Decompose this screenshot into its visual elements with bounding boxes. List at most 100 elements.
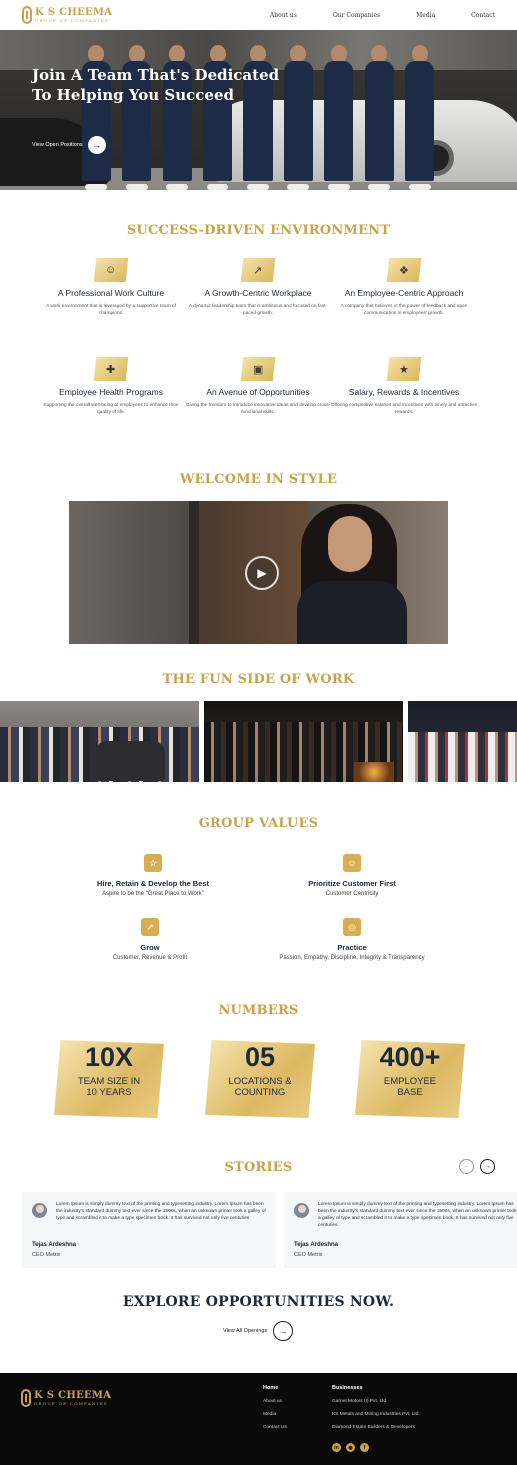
feature-title: An Avenue of Opportunities [206,387,310,397]
number-label-line2: BASE [397,1087,423,1098]
number-label-line1: EMPLOYEE [383,1076,437,1087]
number-card: 05 LOCATIONS & COUNTING [205,1040,315,1118]
feature-desc: Giving the freedom to introduce innovati… [185,403,331,415]
smile-icon: ☺ [343,854,361,872]
feature-card: ☺ A Professional Work Culture A work env… [36,258,186,317]
number-card: 10X TEAM SIZE IN 10 YEARS [54,1040,164,1118]
footer-link-business[interactable]: KS Metals and Mining Industries Pvt. Ltd… [332,1412,420,1417]
fun-photo [204,701,403,782]
play-icon[interactable]: ▶ [245,556,279,590]
feature-card: ❖ An Employee-Centric Approach A company… [329,258,479,317]
fun-title: THE FUN SIDE OF WORK [162,672,355,687]
footer-link-media[interactable]: Media [263,1412,276,1417]
instagram-icon[interactable]: ◉ [346,1443,355,1452]
facebook-icon[interactable]: f [360,1443,369,1452]
footer: K S CHEEMA GROUP OF COMPANIES Home About… [0,1373,517,1465]
value-title: Grow [140,943,160,952]
view-all-openings-button[interactable]: View All Openings → [223,1321,294,1341]
value-title: Prioritize Customer First [308,879,396,888]
footer-logo-subtitle: GROUP OF COMPANIES [34,1400,108,1406]
avatar [294,1203,309,1218]
values-title: GROUP VALUES [198,816,319,831]
nav-item-about[interactable]: About us [270,12,297,19]
story-role: CEO Metrix [32,1252,61,1258]
top-nav: K S CHEEMA GROUP OF COMPANIES About us O… [0,0,517,30]
feature-title: A Professional Work Culture [57,288,165,298]
story-card: Lorem Ipsum is simply dummy text of the … [22,1192,276,1268]
footer-link-about[interactable]: About us [263,1399,282,1404]
environment-title: SUCCESS-DRIVEN ENVIRONMENT [126,223,391,238]
numbers-title: NUMBERS [218,1003,299,1018]
arrow-right-icon: → [273,1321,294,1341]
stories-next-button[interactable]: → [480,1159,495,1174]
briefcase-icon: ▣ [240,357,276,381]
feature-desc: A dynamic leadership team that is ambiti… [188,304,328,316]
story-author: Tejas Ardeshna [294,1242,339,1248]
footer-businesses-heading: Businesses [332,1385,363,1391]
target-icon: ◎ [343,918,361,936]
stories-title: STORIES [224,1160,293,1175]
feature-card: ★ Salary, Rewards & Incentives Offering … [329,357,479,416]
nav-item-media[interactable]: Media [416,12,435,19]
arrow-right-icon: → [484,1163,491,1170]
explore-cta-label: View All Openings [223,1328,268,1334]
footer-logo-name: K S CHEEMA [34,1389,112,1401]
value-subtitle: Customer, Revenue & Profit [112,955,188,961]
feature-card: ↗ A Growth-Centric Workplace A dynamic l… [183,258,333,317]
network-icon: ❖ [386,258,422,282]
feature-desc: Offering competitive salaries and incent… [330,403,478,415]
fun-photo [0,701,199,782]
view-open-positions-button[interactable]: View Open Positions → [32,136,106,154]
logo-mark-icon [21,1389,31,1407]
hero-cta-label: View Open Positions [32,142,83,148]
number-label-line1: TEAM SIZE IN [77,1076,141,1087]
feature-desc: A company that believes in the power of … [340,304,468,316]
feature-title: A Growth-Centric Workplace [204,288,312,298]
hero-banner: Join A Team That's Dedicated To Helping … [0,30,517,190]
logo-name: K S CHEEMA [35,6,113,18]
number-value: 400+ [379,1042,441,1072]
footer-logo[interactable]: K S CHEEMA GROUP OF COMPANIES [21,1389,111,1407]
health-shield-icon: ✚ [93,357,129,381]
main-menu: About us Our Companies Media Contact [270,12,495,19]
feature-card: ▣ An Avenue of Opportunities Giving the … [183,357,333,416]
avatar [32,1203,47,1218]
nav-item-companies[interactable]: Our Companies [333,12,380,19]
growth-icon: ↗ [141,918,159,936]
story-text: Lorem Ipsum is simply dummy text of the … [318,1202,517,1228]
number-card: 400+ EMPLOYEE BASE [355,1040,465,1118]
hero-title: Join A Team That's Dedicated To Helping … [32,66,280,104]
story-text: Lorem Ipsum is simply dummy text of the … [56,1202,266,1221]
feature-title: An Employee-Centric Approach [344,288,464,298]
welcome-video[interactable]: ▶ [69,501,448,644]
welcome-title: WELCOME IN STYLE [179,472,338,487]
story-author: Tejas Ardeshna [32,1242,77,1248]
award-icon: ✰ [144,854,162,872]
number-label-line1: LOCATIONS & [228,1076,292,1087]
footer-link-contact[interactable]: Contact Us [263,1425,287,1430]
logo-subtitle: GROUP OF COMPANIES [35,17,109,23]
fun-photo [408,701,517,782]
value-item: ☺ Prioritize Customer First Customer Cen… [252,854,452,897]
reward-icon: ★ [386,357,422,381]
value-item: ✰ Hire, Retain & Develop the Best Aspire… [53,854,253,897]
arrow-left-icon: ← [463,1163,470,1170]
feature-desc: Supporting the overall well-being of emp… [43,403,179,415]
stories-prev-button[interactable]: ← [459,1159,474,1174]
team-photo [78,40,438,190]
feature-title: Employee Health Programs [59,387,163,397]
value-item: ◎ Practice Passion, Empathy, Discipline,… [252,918,452,961]
value-title: Practice [337,943,367,952]
value-subtitle: Customer Centricity [325,891,379,897]
linkedin-icon[interactable]: in [332,1443,341,1452]
number-label-line2: COUNTING [234,1087,286,1098]
nav-item-contact[interactable]: Contact [471,12,495,19]
brand-logo[interactable]: K S CHEEMA GROUP OF COMPANIES [22,6,112,24]
number-label-line2: 10 YEARS [86,1087,132,1098]
footer-home-heading[interactable]: Home [263,1385,278,1391]
footer-link-business[interactable]: Diamond Estate Builders & Developers [332,1425,415,1430]
value-subtitle: Passion, Empathy, Discipline, Integrity … [279,955,425,961]
arrow-right-icon: → [87,136,106,154]
number-value: 10X [84,1042,134,1072]
footer-link-business[interactable]: Garnet Motors (I) Pvt. Ltd. [332,1399,387,1404]
